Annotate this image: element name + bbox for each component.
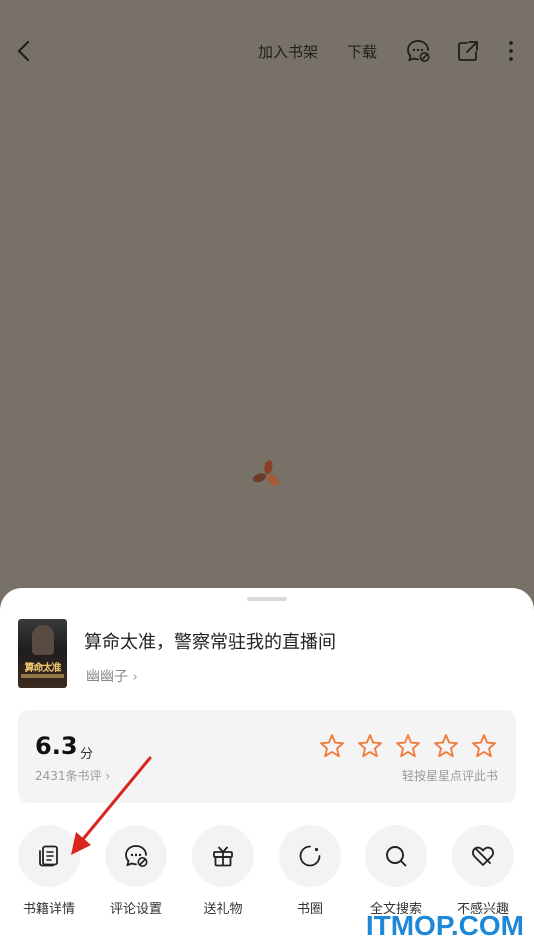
author-link[interactable]: 幽幽子 › bbox=[86, 666, 138, 686]
action-circle bbox=[105, 825, 167, 887]
cover-subtitle-bar bbox=[21, 674, 64, 678]
book-menu-sheet: 算命太准 算命太准，警察常驻我的直播间 幽幽子 › 6.3 分 2431条书评 … bbox=[0, 588, 534, 950]
gift-icon bbox=[213, 846, 233, 867]
action-send-gift[interactable]: 送礼物 bbox=[183, 825, 263, 917]
star-icon[interactable] bbox=[470, 732, 498, 760]
book-detail-icon bbox=[39, 845, 58, 867]
action-label: 书籍详情 bbox=[22, 902, 75, 917]
action-circle bbox=[365, 825, 427, 887]
action-book-circle[interactable]: 书圈 bbox=[270, 825, 350, 917]
back-arrow-icon[interactable] bbox=[12, 38, 38, 64]
comment-settings-icon bbox=[125, 845, 148, 867]
cover-figure bbox=[32, 625, 54, 655]
top-bar: 加入书架 下载 bbox=[0, 28, 534, 74]
star-icon[interactable] bbox=[318, 732, 346, 760]
add-to-shelf-button[interactable]: 加入书架 bbox=[258, 41, 318, 62]
chevron-right-icon: › bbox=[105, 769, 111, 783]
action-book-details[interactable]: 书籍详情 bbox=[9, 825, 89, 917]
book-title: 算命太准，警察常驻我的直播间 bbox=[84, 632, 336, 653]
book-cover[interactable]: 算命太准 bbox=[18, 619, 67, 688]
action-label: 书圈 bbox=[296, 902, 323, 917]
action-label: 评论设置 bbox=[109, 902, 162, 917]
sheet-drag-handle[interactable] bbox=[247, 597, 287, 601]
action-label: 送礼物 bbox=[203, 902, 243, 917]
star-hint: 轻按星星点评此书 bbox=[401, 769, 498, 783]
share-icon[interactable] bbox=[455, 38, 481, 64]
author-name: 幽幽子 bbox=[86, 669, 128, 685]
action-not-interested[interactable]: 不感兴趣 bbox=[443, 825, 523, 917]
watermark: ITMOP.COM bbox=[365, 910, 524, 941]
book-circle-icon bbox=[299, 845, 321, 867]
chevron-right-icon: › bbox=[132, 670, 138, 685]
cover-title: 算命太准 bbox=[24, 663, 62, 674]
review-count: 2431条书评 bbox=[35, 769, 102, 783]
star-rating bbox=[318, 732, 498, 760]
download-button[interactable]: 下载 bbox=[347, 41, 377, 62]
rating-unit: 分 bbox=[80, 747, 94, 762]
rating-card: 6.3 分 2431条书评 › 轻按星星点评此书 bbox=[18, 710, 516, 803]
review-count-link[interactable]: 2431条书评 › bbox=[35, 767, 110, 784]
action-circle bbox=[192, 825, 254, 887]
action-circle bbox=[452, 825, 514, 887]
star-icon[interactable] bbox=[394, 732, 422, 760]
action-circle bbox=[279, 825, 341, 887]
search-icon bbox=[386, 846, 407, 867]
rating-score: 6.3 bbox=[35, 732, 78, 760]
action-full-text-search[interactable]: 全文搜索 bbox=[356, 825, 436, 917]
not-interested-icon bbox=[472, 846, 494, 866]
more-options-icon[interactable] bbox=[498, 38, 524, 64]
star-icon[interactable] bbox=[356, 732, 384, 760]
action-comment-settings[interactable]: 评论设置 bbox=[96, 825, 176, 917]
star-icon[interactable] bbox=[432, 732, 460, 760]
action-circle bbox=[18, 825, 80, 887]
loading-icon bbox=[252, 460, 280, 486]
comment-settings-icon[interactable] bbox=[405, 38, 431, 64]
